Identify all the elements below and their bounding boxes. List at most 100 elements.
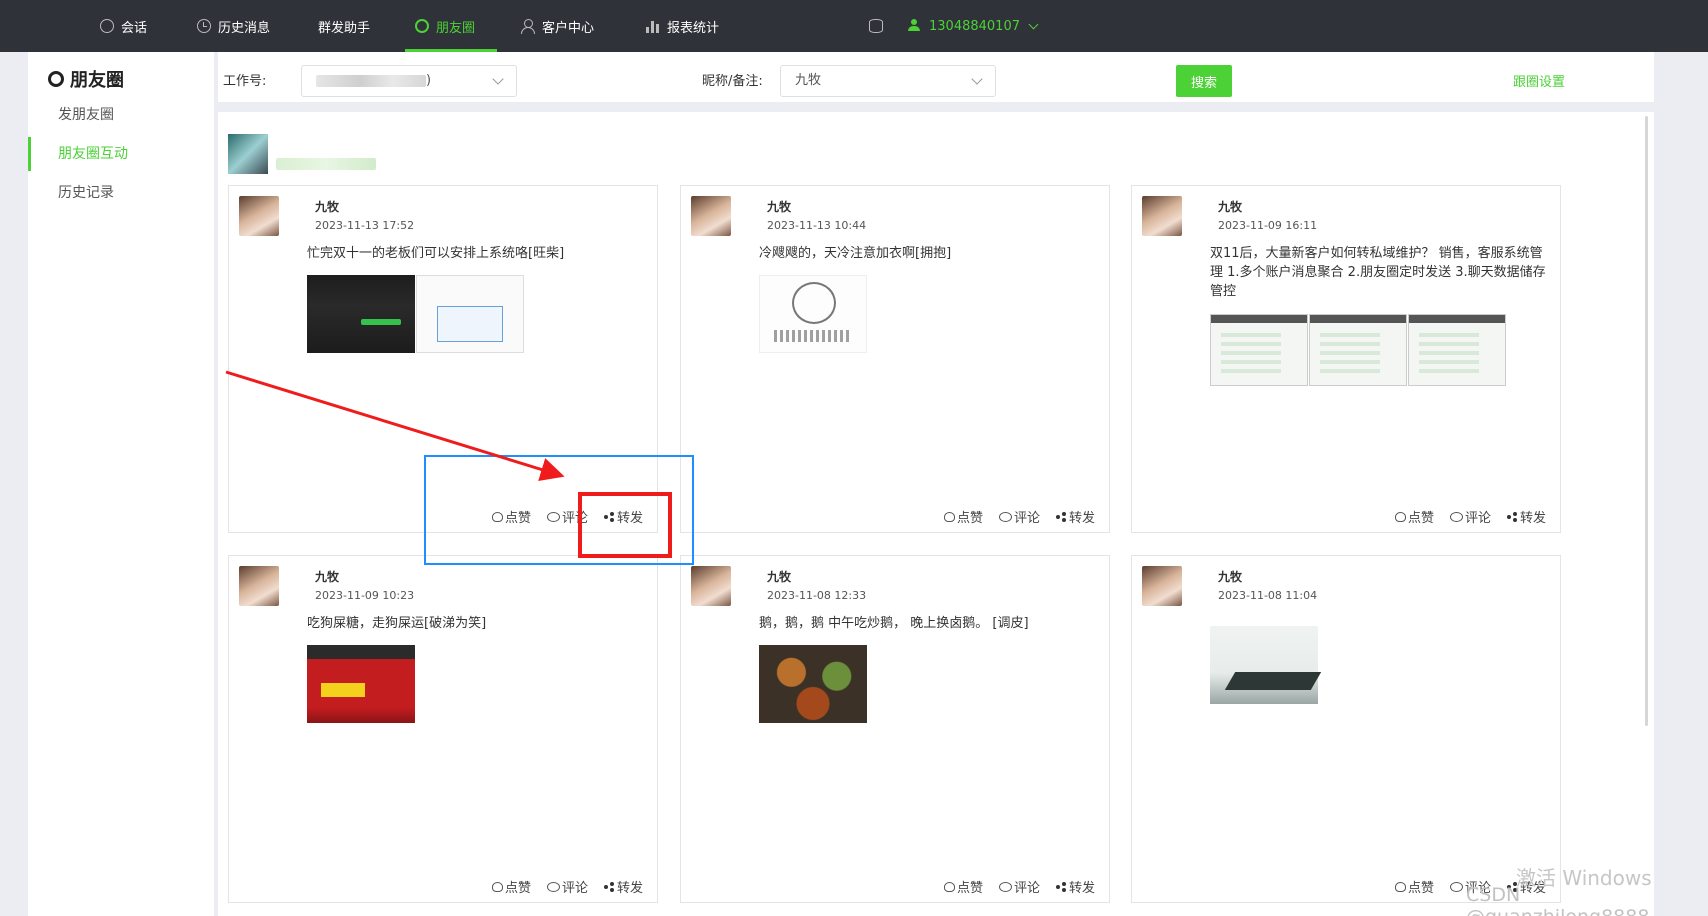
post-time: 2023-11-09 10:23 <box>315 589 415 602</box>
post-image[interactable] <box>1210 626 1318 704</box>
post-author: 九牧 <box>315 570 340 584</box>
post-actions: 点赞 评论 转发 <box>1394 507 1546 526</box>
post-image[interactable] <box>759 275 867 353</box>
database-icon <box>869 19 883 33</box>
post-media <box>1210 626 1318 704</box>
nav-chat[interactable]: 会话 <box>100 0 147 52</box>
post-author: 九牧 <box>767 570 792 584</box>
comment-icon <box>998 511 1012 522</box>
post-text: 鹅，鹅，鹅 中午吃炒鹅， 晚上换卤鹅。 [调皮] <box>759 616 1029 631</box>
nav-moments-label: 朋友圈 <box>436 20 476 36</box>
nav-moments[interactable]: 朋友圈 <box>415 0 475 52</box>
forward-button[interactable]: 转发 <box>603 877 643 896</box>
like-button[interactable]: 点赞 <box>491 877 531 896</box>
post-media <box>307 645 415 723</box>
post-text: 吃狗屎糖，走狗屎运[破涕为笑] <box>307 616 487 631</box>
post-time: 2023-11-08 12:33 <box>767 589 867 602</box>
user-icon <box>521 19 535 34</box>
avatar <box>1142 566 1182 606</box>
like-button[interactable]: 点赞 <box>1394 877 1434 896</box>
forward-button[interactable]: 转发 <box>1506 507 1546 526</box>
avatar <box>691 196 731 236</box>
heart-icon <box>1394 881 1406 892</box>
nav-broadcast-label: 群发助手 <box>318 20 371 36</box>
nav-customers[interactable]: 客户中心 <box>521 0 594 52</box>
post-media <box>759 275 867 353</box>
nav-history[interactable]: 历史消息 <box>197 0 270 52</box>
post-media <box>307 275 524 353</box>
redacted-account-name <box>276 158 376 170</box>
avatar <box>239 196 279 236</box>
post-image[interactable] <box>1408 314 1506 386</box>
sidebar-item-post[interactable]: 发朋友圈 <box>28 98 214 132</box>
post-time: 2023-11-08 11:04 <box>1218 589 1318 602</box>
like-button[interactable]: 点赞 <box>943 507 983 526</box>
follow-settings-link[interactable]: 跟圈设置 <box>1513 71 1565 90</box>
post-image[interactable] <box>1309 314 1407 386</box>
post-time: 2023-11-13 17:52 <box>315 219 415 232</box>
annotation-red-box <box>578 492 672 558</box>
nickname-select[interactable]: 九牧 <box>780 65 996 97</box>
comment-button[interactable]: 评论 <box>1449 507 1491 526</box>
post-author: 九牧 <box>1218 570 1243 584</box>
post-image[interactable] <box>307 645 415 723</box>
comment-button[interactable]: 评论 <box>998 877 1040 896</box>
account-number: 13048840107 <box>929 18 1020 34</box>
search-button[interactable]: 搜索 <box>1176 65 1232 97</box>
post-card: 九牧 2023-11-13 10:44 冷飕飕的，天冷注意加衣啊[拥抱] 点赞 … <box>680 185 1110 533</box>
post-image[interactable] <box>1210 314 1308 386</box>
account-avatar <box>228 134 268 174</box>
comment-button[interactable]: 评论 <box>998 507 1040 526</box>
nav-history-label: 历史消息 <box>218 20 271 36</box>
comment-label: 评论 <box>1013 881 1040 896</box>
post-image[interactable] <box>759 645 867 723</box>
work-id-label: 工作号: <box>223 74 267 89</box>
sidebar: 朋友圈 发朋友圈 朋友圈互动 历史记录 <box>28 52 214 916</box>
comment-label: 评论 <box>1464 511 1491 526</box>
like-button[interactable]: 点赞 <box>943 877 983 896</box>
nickname-label: 昵称/备注: <box>702 74 763 89</box>
post-actions: 点赞 评论 转发 <box>943 877 1095 896</box>
chevron-down-icon <box>971 73 983 85</box>
sidebar-item-interactions[interactable]: 朋友圈互动 <box>28 137 214 171</box>
comment-icon <box>1449 511 1463 522</box>
forward-label: 转发 <box>1519 511 1546 526</box>
heart-icon <box>491 881 503 892</box>
heart-icon <box>943 881 955 892</box>
post-image[interactable] <box>307 275 415 353</box>
comment-icon <box>1449 881 1463 892</box>
moments-icon <box>48 71 64 87</box>
post-time: 2023-11-09 16:11 <box>1218 219 1318 232</box>
chevron-down-icon <box>1028 19 1039 29</box>
sidebar-title-label: 朋友圈 <box>70 70 124 91</box>
post-image[interactable] <box>416 275 524 353</box>
post-time: 2023-11-13 10:44 <box>767 219 867 232</box>
bar-chart-icon <box>646 19 660 33</box>
sidebar-item-history[interactable]: 历史记录 <box>28 176 214 210</box>
comment-icon <box>546 881 560 892</box>
database-button[interactable] <box>869 0 890 52</box>
comment-button[interactable]: 评论 <box>546 877 588 896</box>
avatar <box>691 566 731 606</box>
like-label: 点赞 <box>1407 881 1434 896</box>
forward-label: 转发 <box>1068 511 1095 526</box>
forward-button[interactable]: 转发 <box>1055 507 1095 526</box>
comment-label: 评论 <box>1013 511 1040 526</box>
account-menu[interactable]: 13048840107 <box>908 0 1039 52</box>
forward-button[interactable]: 转发 <box>1055 877 1095 896</box>
scrollbar[interactable] <box>1645 116 1648 726</box>
avatar <box>239 566 279 606</box>
nav-chat-label: 会话 <box>121 20 148 36</box>
nav-broadcast[interactable]: 群发助手 <box>318 0 370 52</box>
filter-bar: 工作号: ) 昵称/备注: 九牧 搜索 跟圈设置 <box>218 52 1654 102</box>
nickname-value: 九牧 <box>795 73 822 88</box>
work-id-select[interactable]: ) <box>301 65 517 97</box>
comment-icon <box>998 881 1012 892</box>
heart-icon <box>1394 511 1406 522</box>
like-button[interactable]: 点赞 <box>1394 507 1434 526</box>
like-label: 点赞 <box>504 881 531 896</box>
nav-reports[interactable]: 报表统计 <box>646 0 719 52</box>
like-label: 点赞 <box>956 511 983 526</box>
post-text: 忙完双十一的老板们可以安排上系统咯[旺柴] <box>307 246 565 261</box>
post-media <box>1210 314 1506 386</box>
